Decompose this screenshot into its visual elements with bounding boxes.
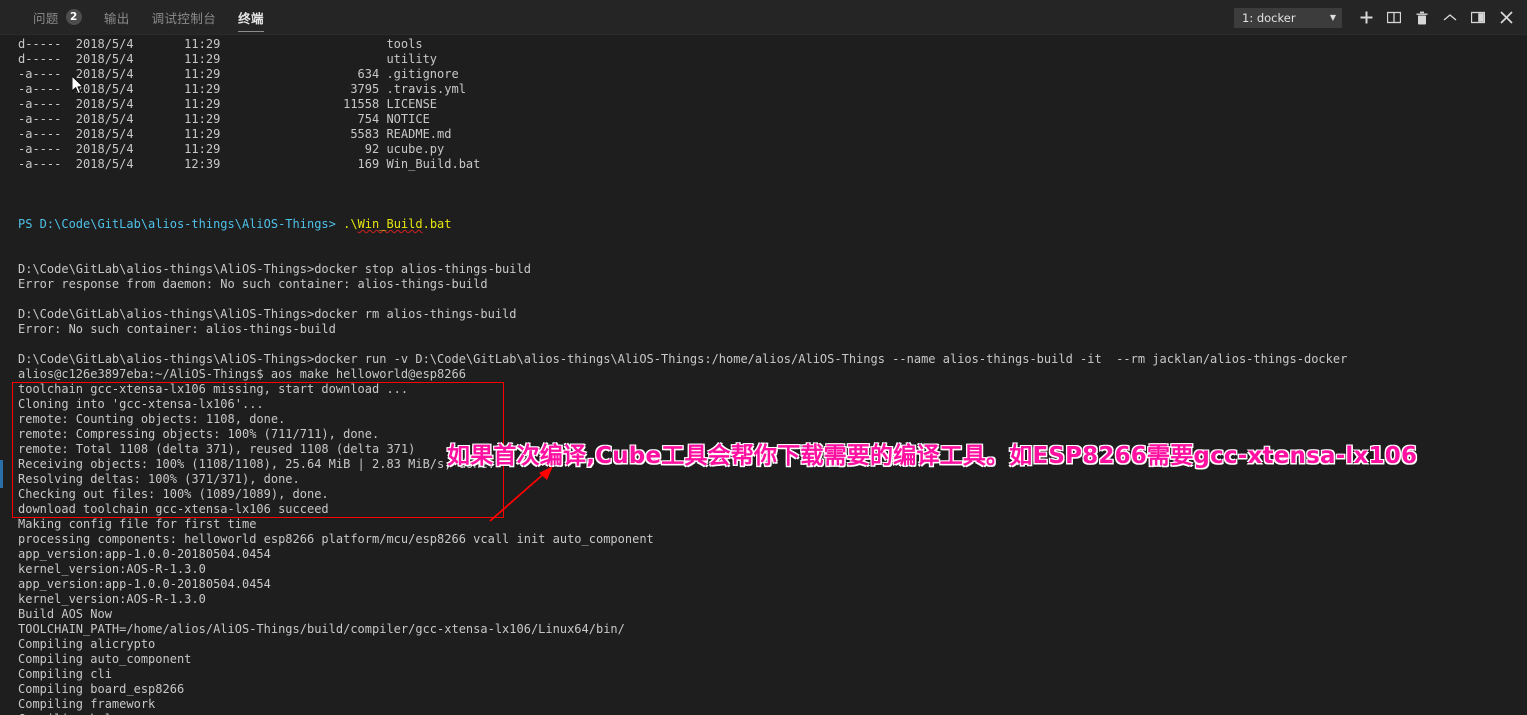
- collapse-panel-button[interactable]: [1437, 5, 1463, 31]
- panel-actions: 1: docker ▼: [1234, 0, 1519, 35]
- file-listing-row: d----- 2018/5/4 11:29 utility: [18, 52, 438, 66]
- tab-debug-console[interactable]: 调试控制台: [141, 0, 228, 35]
- toolchain-download-line: remote: Counting objects: 1108, done.: [18, 412, 286, 426]
- file-listing-row: -a---- 2018/5/4 11:29 92 ucube.py: [18, 142, 445, 156]
- toolchain-download-line: Checking out files: 100% (1089/1089), do…: [18, 487, 329, 501]
- file-listing-row: -a---- 2018/5/4 11:29 634 .gitignore: [18, 67, 459, 81]
- panel-tab-list: 问题 2 输出 调试控制台 终端: [0, 0, 275, 35]
- build-output-line: Compiling cli: [18, 667, 112, 681]
- kill-terminal-button[interactable]: [1409, 5, 1435, 31]
- split-terminal-button[interactable]: [1381, 5, 1407, 31]
- prompt-line: PS D:\Code\GitLab\alios-things\AliOS-Thi…: [18, 217, 452, 231]
- file-listing-row: -a---- 2018/5/4 11:29 3795 .travis.yml: [18, 82, 466, 96]
- build-output-line: Compiling auto_component: [18, 652, 192, 666]
- docker-stop-error: Error response from daemon: No such cont…: [18, 277, 488, 291]
- toolchain-download-line: remote: Compressing objects: 100% (711/7…: [18, 427, 380, 441]
- file-listing-row: -a---- 2018/5/4 11:29 11558 LICENSE: [18, 97, 438, 111]
- tab-debug-console-label: 调试控制台: [151, 10, 217, 26]
- build-output-line: Compiling alicrypto: [18, 637, 156, 651]
- tab-output[interactable]: 输出: [93, 0, 141, 35]
- tab-active-underline: [238, 30, 264, 32]
- file-listing-row: -a---- 2018/5/4 11:29 754 NOTICE: [18, 112, 430, 126]
- terminal-panel[interactable]: d----- 2018/5/4 11:29 tools d----- 2018/5…: [0, 35, 1527, 715]
- file-listing-row: d----- 2018/5/4 11:29 tools: [18, 37, 423, 51]
- build-output-line: processing components: helloworld esp826…: [18, 532, 654, 546]
- terminal-output: d----- 2018/5/4 11:29 tools d----- 2018/5…: [18, 37, 1527, 715]
- aos-make-command: alios@c126e3897eba:~/AliOS-Things$ aos m…: [18, 367, 466, 381]
- close-panel-button[interactable]: [1493, 5, 1519, 31]
- build-output-line: app_version:app-1.0.0-20180504.0454: [18, 547, 271, 561]
- terminal-instance-value: 1: docker: [1242, 10, 1296, 25]
- toolchain-download-line: Resolving deltas: 100% (371/371), done.: [18, 472, 300, 486]
- tab-output-label: 输出: [103, 10, 130, 26]
- trash-icon: [1416, 11, 1428, 25]
- close-icon: [1499, 11, 1513, 24]
- build-output-line: Making config file for first time: [18, 517, 257, 531]
- file-listing-row: -a---- 2018/5/4 11:29 5583 README.md: [18, 127, 452, 141]
- tab-problems[interactable]: 问题 2: [22, 0, 93, 35]
- tab-terminal[interactable]: 终端: [227, 0, 275, 35]
- build-output-line: Compiling board_esp8266: [18, 682, 185, 696]
- tab-terminal-label: 终端: [238, 10, 264, 26]
- chevron-down-icon: ▼: [1329, 12, 1336, 22]
- terminal-instance-select[interactable]: 1: docker ▼: [1234, 7, 1342, 28]
- build-output-line: app_version:app-1.0.0-20180504.0454: [18, 577, 271, 591]
- split-panel-icon: [1387, 11, 1401, 24]
- terminal-scrollbar-thumb[interactable]: [0, 460, 3, 488]
- new-terminal-button[interactable]: [1353, 5, 1379, 31]
- docker-rm-error: Error: No such container: alios-things-b…: [18, 322, 336, 336]
- docker-rm-command: D:\Code\GitLab\alios-things\AliOS-Things…: [18, 307, 517, 321]
- chevron-up-icon: [1443, 13, 1457, 23]
- build-output-line: kernel_version:AOS-R-1.3.0: [18, 562, 206, 576]
- toolchain-download-line: Cloning into 'gcc-xtensa-lx106'...: [18, 397, 264, 411]
- tab-problems-badge: 2: [65, 9, 82, 25]
- tab-problems-label: 问题: [33, 10, 59, 26]
- maximize-panel-button[interactable]: [1465, 5, 1491, 31]
- build-output-line: TOOLCHAIN_PATH=/home/alios/AliOS-Things/…: [18, 622, 625, 636]
- toolchain-download-line: remote: Total 1108 (delta 371), reused 1…: [18, 442, 416, 456]
- build-output-line: kernel_version:AOS-R-1.3.0: [18, 592, 206, 606]
- docker-stop-command: D:\Code\GitLab\alios-things\AliOS-Things…: [18, 262, 531, 276]
- panel-header: 问题 2 输出 调试控制台 终端 1: docker ▼: [0, 0, 1527, 35]
- file-listing-row: -a---- 2018/5/4 12:39 169 Win_Build.bat: [18, 157, 481, 171]
- toolchain-download-line: download toolchain gcc-xtensa-lx106 succ…: [18, 502, 329, 516]
- toolchain-download-line: Receiving objects: 100% (1108/1108), 25.…: [18, 457, 495, 471]
- plus-icon: [1360, 11, 1373, 24]
- build-output-line: Build AOS Now: [18, 607, 112, 621]
- maximize-panel-icon: [1471, 11, 1485, 24]
- build-output-line: Compiling framework: [18, 697, 156, 711]
- docker-run-command: D:\Code\GitLab\alios-things\AliOS-Things…: [18, 352, 1348, 366]
- toolchain-download-line: toolchain gcc-xtensa-lx106 missing, star…: [18, 382, 409, 396]
- terminal-scrollbar[interactable]: [0, 35, 3, 715]
